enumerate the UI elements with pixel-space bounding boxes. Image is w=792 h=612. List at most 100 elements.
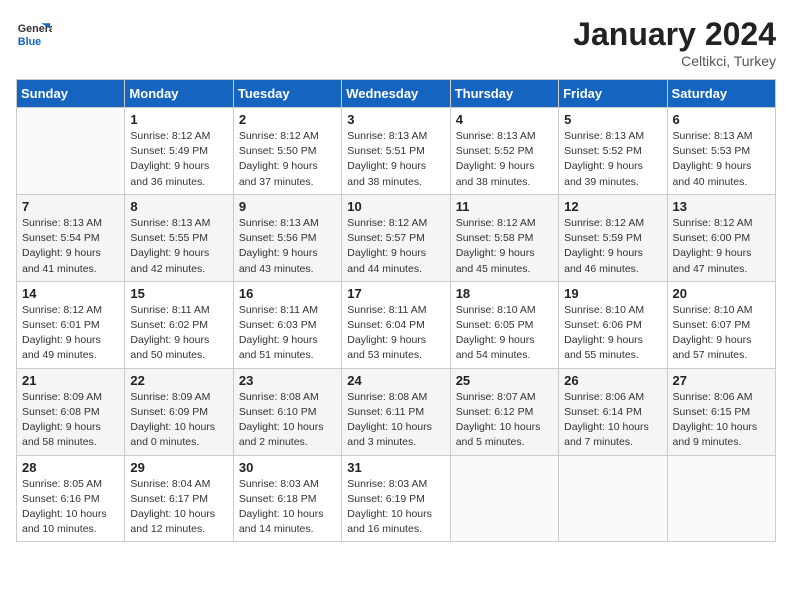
calendar-cell xyxy=(17,108,125,195)
day-info: Sunrise: 8:10 AM Sunset: 6:05 PM Dayligh… xyxy=(456,303,553,364)
calendar-cell xyxy=(559,455,667,542)
day-number: 20 xyxy=(673,286,770,301)
calendar-cell: 6Sunrise: 8:13 AM Sunset: 5:53 PM Daylig… xyxy=(667,108,775,195)
calendar-cell: 16 Sunrise: 8:11 AM Sunset: 6:03 PM Dayli… xyxy=(233,281,341,368)
day-number: 17 xyxy=(347,286,444,301)
day-number: 23 xyxy=(239,373,336,388)
calendar-cell: 7 Sunrise: 8:13 AM Sunset: 5:54 PM Daylig… xyxy=(17,194,125,281)
location-subtitle: Celtikci, Turkey xyxy=(573,53,776,69)
day-info: Sunrise: 8:09 AM Sunset: 6:09 PM Dayligh… xyxy=(130,390,227,451)
day-number: 25 xyxy=(456,373,553,388)
day-number: 2 xyxy=(239,112,336,127)
calendar-table: SundayMondayTuesdayWednesdayThursdayFrid… xyxy=(16,79,776,542)
calendar-cell: 12Sunrise: 8:12 AM Sunset: 5:59 PM Dayli… xyxy=(559,194,667,281)
day-number: 3 xyxy=(347,112,444,127)
day-info: Sunrise: 8:12 AM Sunset: 5:49 PM Dayligh… xyxy=(130,129,227,190)
calendar-header: SundayMondayTuesdayWednesdayThursdayFrid… xyxy=(17,80,776,108)
calendar-cell: 22Sunrise: 8:09 AM Sunset: 6:09 PM Dayli… xyxy=(125,368,233,455)
day-info: Sunrise: 8:13 AM Sunset: 5:52 PM Dayligh… xyxy=(564,129,661,190)
day-number: 28 xyxy=(22,460,119,475)
day-number: 15 xyxy=(130,286,227,301)
calendar-cell: 28Sunrise: 8:05 AM Sunset: 6:16 PM Dayli… xyxy=(17,455,125,542)
day-info: Sunrise: 8:12 AM Sunset: 6:00 PM Dayligh… xyxy=(673,216,770,277)
day-info: Sunrise: 8:08 AM Sunset: 6:10 PM Dayligh… xyxy=(239,390,336,451)
day-info: Sunrise: 8:07 AM Sunset: 6:12 PM Dayligh… xyxy=(456,390,553,451)
day-number: 14 xyxy=(22,286,119,301)
calendar-cell: 14Sunrise: 8:12 AM Sunset: 6:01 PM Dayli… xyxy=(17,281,125,368)
day-info: Sunrise: 8:09 AM Sunset: 6:08 PM Dayligh… xyxy=(22,390,119,451)
day-info: Sunrise: 8:13 AM Sunset: 5:54 PM Dayligh… xyxy=(22,216,119,277)
day-number: 11 xyxy=(456,199,553,214)
svg-text:Blue: Blue xyxy=(18,36,41,48)
calendar-cell: 17 Sunrise: 8:11 AM Sunset: 6:04 PM Dayli… xyxy=(342,281,450,368)
day-number: 7 xyxy=(22,199,119,214)
day-number: 26 xyxy=(564,373,661,388)
header-monday: Monday xyxy=(125,80,233,108)
day-number: 19 xyxy=(564,286,661,301)
day-info: Sunrise: 8:13 AM Sunset: 5:56 PM Dayligh… xyxy=(239,216,336,277)
day-number: 30 xyxy=(239,460,336,475)
header-friday: Friday xyxy=(559,80,667,108)
logo-icon: General Blue xyxy=(16,16,52,52)
calendar-cell: 15 Sunrise: 8:11 AM Sunset: 6:02 PM Dayli… xyxy=(125,281,233,368)
day-info: Sunrise: 8:10 AM Sunset: 6:06 PM Dayligh… xyxy=(564,303,661,364)
week-row-3: 21 Sunrise: 8:09 AM Sunset: 6:08 PM Dayli… xyxy=(17,368,776,455)
day-number: 16 xyxy=(239,286,336,301)
day-number: 18 xyxy=(456,286,553,301)
day-info: Sunrise: 8:06 AM Sunset: 6:15 PM Dayligh… xyxy=(673,390,770,451)
day-info: Sunrise: 8:12 AM Sunset: 5:59 PM Dayligh… xyxy=(564,216,661,277)
day-info: Sunrise: 8:13 AM Sunset: 5:52 PM Dayligh… xyxy=(456,129,553,190)
calendar-cell: 20 Sunrise: 8:10 AM Sunset: 6:07 PM Dayli… xyxy=(667,281,775,368)
main-title: January 2024 xyxy=(573,16,776,53)
day-info: Sunrise: 8:10 AM Sunset: 6:07 PM Dayligh… xyxy=(673,303,770,364)
day-number: 1 xyxy=(130,112,227,127)
page-header: General Blue January 2024 Celtikci, Turk… xyxy=(16,16,776,69)
calendar-cell: 21 Sunrise: 8:09 AM Sunset: 6:08 PM Dayli… xyxy=(17,368,125,455)
calendar-cell: 18 Sunrise: 8:10 AM Sunset: 6:05 PM Dayli… xyxy=(450,281,558,368)
calendar-cell: 29Sunrise: 8:04 AM Sunset: 6:17 PM Dayli… xyxy=(125,455,233,542)
day-info: Sunrise: 8:04 AM Sunset: 6:17 PM Dayligh… xyxy=(130,477,227,538)
header-sunday: Sunday xyxy=(17,80,125,108)
calendar-cell: 2 Sunrise: 8:12 AM Sunset: 5:50 PM Daylig… xyxy=(233,108,341,195)
calendar-cell: 11 Sunrise: 8:12 AM Sunset: 5:58 PM Dayli… xyxy=(450,194,558,281)
calendar-body: 1 Sunrise: 8:12 AM Sunset: 5:49 PM Daylig… xyxy=(17,108,776,542)
calendar-cell: 30 Sunrise: 8:03 AM Sunset: 6:18 PM Dayli… xyxy=(233,455,341,542)
header-saturday: Saturday xyxy=(667,80,775,108)
header-thursday: Thursday xyxy=(450,80,558,108)
day-info: Sunrise: 8:11 AM Sunset: 6:02 PM Dayligh… xyxy=(130,303,227,364)
week-row-4: 28Sunrise: 8:05 AM Sunset: 6:16 PM Dayli… xyxy=(17,455,776,542)
calendar-cell: 5 Sunrise: 8:13 AM Sunset: 5:52 PM Daylig… xyxy=(559,108,667,195)
day-info: Sunrise: 8:13 AM Sunset: 5:51 PM Dayligh… xyxy=(347,129,444,190)
day-number: 9 xyxy=(239,199,336,214)
header-row: SundayMondayTuesdayWednesdayThursdayFrid… xyxy=(17,80,776,108)
day-info: Sunrise: 8:12 AM Sunset: 5:58 PM Dayligh… xyxy=(456,216,553,277)
day-info: Sunrise: 8:11 AM Sunset: 6:03 PM Dayligh… xyxy=(239,303,336,364)
calendar-cell xyxy=(667,455,775,542)
day-info: Sunrise: 8:03 AM Sunset: 6:19 PM Dayligh… xyxy=(347,477,444,538)
day-number: 4 xyxy=(456,112,553,127)
calendar-cell: 10Sunrise: 8:12 AM Sunset: 5:57 PM Dayli… xyxy=(342,194,450,281)
calendar-cell: 25 Sunrise: 8:07 AM Sunset: 6:12 PM Dayli… xyxy=(450,368,558,455)
week-row-0: 1 Sunrise: 8:12 AM Sunset: 5:49 PM Daylig… xyxy=(17,108,776,195)
day-number: 27 xyxy=(673,373,770,388)
calendar-cell: 19 Sunrise: 8:10 AM Sunset: 6:06 PM Dayli… xyxy=(559,281,667,368)
calendar-cell: 31 Sunrise: 8:03 AM Sunset: 6:19 PM Dayli… xyxy=(342,455,450,542)
calendar-cell: 27 Sunrise: 8:06 AM Sunset: 6:15 PM Dayli… xyxy=(667,368,775,455)
calendar-cell xyxy=(450,455,558,542)
day-number: 21 xyxy=(22,373,119,388)
day-info: Sunrise: 8:03 AM Sunset: 6:18 PM Dayligh… xyxy=(239,477,336,538)
day-number: 24 xyxy=(347,373,444,388)
day-info: Sunrise: 8:13 AM Sunset: 5:55 PM Dayligh… xyxy=(130,216,227,277)
day-info: Sunrise: 8:11 AM Sunset: 6:04 PM Dayligh… xyxy=(347,303,444,364)
day-number: 5 xyxy=(564,112,661,127)
title-block: January 2024 Celtikci, Turkey xyxy=(573,16,776,69)
header-tuesday: Tuesday xyxy=(233,80,341,108)
day-info: Sunrise: 8:12 AM Sunset: 5:50 PM Dayligh… xyxy=(239,129,336,190)
calendar-cell: 3 Sunrise: 8:13 AM Sunset: 5:51 PM Daylig… xyxy=(342,108,450,195)
calendar-cell: 9 Sunrise: 8:13 AM Sunset: 5:56 PM Daylig… xyxy=(233,194,341,281)
day-number: 31 xyxy=(347,460,444,475)
calendar-cell: 23 Sunrise: 8:08 AM Sunset: 6:10 PM Dayli… xyxy=(233,368,341,455)
calendar-cell: 1 Sunrise: 8:12 AM Sunset: 5:49 PM Daylig… xyxy=(125,108,233,195)
calendar-cell: 4 Sunrise: 8:13 AM Sunset: 5:52 PM Daylig… xyxy=(450,108,558,195)
week-row-1: 7 Sunrise: 8:13 AM Sunset: 5:54 PM Daylig… xyxy=(17,194,776,281)
